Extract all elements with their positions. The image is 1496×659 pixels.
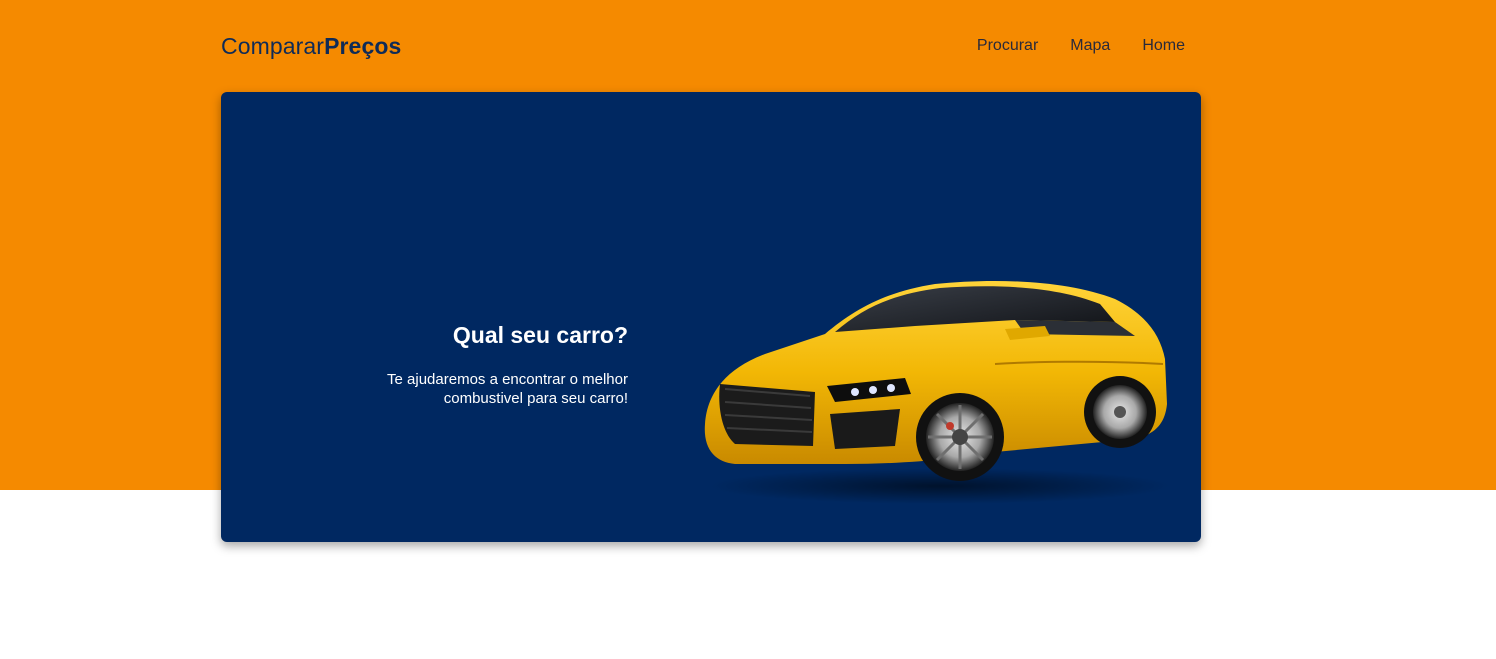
hero-text-block: Qual seu carro? Te ajudaremos a encontra… (308, 320, 628, 408)
hero-card: Qual seu carro? Te ajudaremos a encontra… (221, 92, 1201, 542)
hero-subtitle-line-2: combustivel para seu carro! (443, 390, 628, 407)
nav-link-procurar[interactable]: Procurar (977, 37, 1038, 55)
main-nav: Procurar Mapa Home (945, 37, 1185, 55)
hero-subtitle: Te ajudaremos a encontrar o melhor combu… (308, 370, 628, 408)
car-image (704, 280, 1170, 504)
logo-text-light: Comparar (221, 33, 325, 59)
logo-text-bold: Preços (324, 33, 402, 59)
site-header: CompararPreços Procurar Mapa Home (221, 30, 1201, 66)
site-logo[interactable]: CompararPreços (221, 33, 401, 60)
nav-link-mapa[interactable]: Mapa (1070, 37, 1110, 55)
hero-subtitle-line-1: Te ajudaremos a encontrar o melhor (387, 371, 628, 388)
nav-link-home[interactable]: Home (1142, 37, 1185, 55)
hero-title: Qual seu carro? (452, 322, 628, 348)
